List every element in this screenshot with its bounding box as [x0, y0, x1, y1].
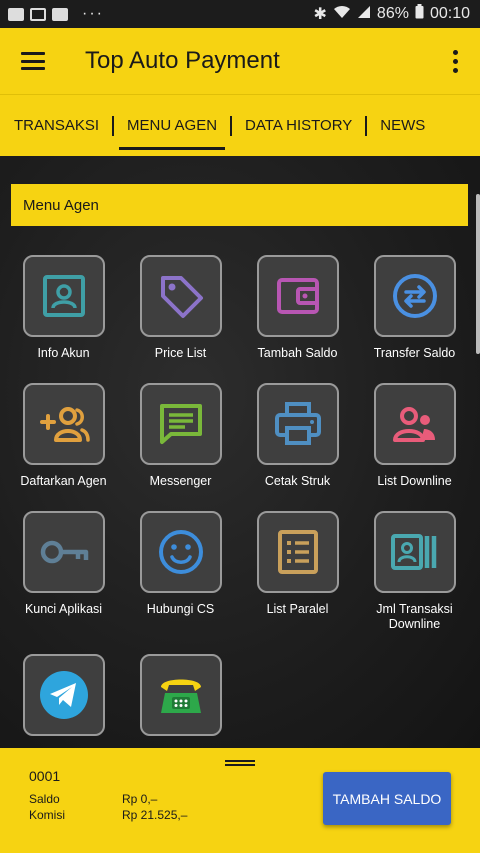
tab-transaksi[interactable]: TRANSAKSI	[14, 95, 99, 156]
komisi-value: Rp 21.525,–	[122, 808, 188, 822]
gallery-icon	[8, 7, 24, 21]
status-bar: ··· ✱ 86% 00:10	[0, 0, 480, 28]
app-bar: Top Auto Payment	[0, 28, 480, 94]
menu-item-tambah-saldo[interactable]: Tambah Saldo	[239, 255, 356, 361]
menu-icon[interactable]	[21, 52, 45, 70]
menu-item-price-list[interactable]: Price List	[122, 255, 239, 361]
group-icon	[392, 407, 435, 442]
account-id: 0001	[29, 768, 61, 784]
menu-item-label: Kunci Aplikasi	[24, 602, 103, 616]
clock: 00:10	[429, 5, 470, 22]
menu-item-label: Cetak Struk	[264, 474, 331, 488]
tab-menu-agen[interactable]: MENU AGEN	[119, 95, 226, 156]
section-header: Menu Agen	[11, 184, 468, 226]
tab-bar: TRANSAKSI MENU AGEN DATA HISTORY NEWS	[0, 94, 480, 156]
komisi-row: Komisi Rp 21.525,–	[29, 808, 187, 822]
key-icon	[40, 540, 88, 564]
menu-item-list-downline[interactable]: List Downline	[356, 383, 473, 489]
shield-icon	[30, 7, 46, 21]
smiley-icon	[158, 530, 203, 574]
bottom-panel: 0001 Saldo Rp 0,– Komisi Rp 21.525,– TAM…	[0, 748, 480, 853]
komisi-label: Komisi	[29, 808, 66, 822]
menu-item-label: Price List	[154, 346, 207, 360]
chat-icon	[52, 7, 68, 21]
menu-item-daftarkan-agen[interactable]: Daftarkan Agen	[5, 383, 122, 489]
tab-divider	[230, 115, 233, 136]
menu-item-hubungi-cs[interactable]: Hubungi CS	[122, 511, 239, 617]
wifi-icon	[333, 5, 351, 24]
menu-item-phone[interactable]	[122, 654, 239, 745]
printer-icon	[274, 402, 321, 445]
menu-item-cetak-struk[interactable]: Cetak Struk	[239, 383, 356, 489]
menu-item-transfer-saldo[interactable]: Transfer Saldo	[356, 255, 473, 361]
menu-item-info-akun[interactable]: Info Akun	[5, 255, 122, 361]
menu-item-list-paralel[interactable]: List Paralel	[239, 511, 356, 617]
menu-item-label: Info Akun	[37, 346, 90, 360]
account-box-icon	[42, 275, 85, 317]
signal-icon	[357, 5, 371, 24]
price-tag-icon	[160, 276, 203, 318]
tab-divider	[365, 115, 368, 136]
more-options-icon[interactable]	[453, 49, 458, 73]
menu-item-label: List Paralel	[266, 602, 329, 616]
scrollbar[interactable]	[476, 194, 480, 354]
tab-data-history[interactable]: DATA HISTORY	[245, 95, 352, 156]
tab-news[interactable]: NEWS	[380, 95, 425, 156]
tab-divider	[112, 115, 115, 136]
tambah-saldo-button[interactable]: TAMBAH SALDO	[323, 772, 451, 825]
menu-item-jml-transaksi-downline[interactable]: Jml Transaksi Downline	[356, 511, 473, 632]
phone-icon	[160, 679, 201, 713]
add-user-icon	[39, 407, 90, 442]
section-title: Menu Agen	[23, 196, 99, 214]
app-title: Top Auto Payment	[85, 47, 280, 74]
message-icon	[159, 404, 202, 444]
menu-item-kunci-aplikasi[interactable]: Kunci Aplikasi	[5, 511, 122, 617]
saldo-label: Saldo	[29, 792, 60, 806]
list-icon	[277, 530, 318, 574]
wallet-icon	[276, 278, 319, 314]
contacts-icon	[390, 534, 436, 570]
menu-item-label: Hubungi CS	[146, 602, 215, 616]
content-area[interactable]: Menu Agen Info Akun Price List Tambah Sa…	[0, 156, 480, 748]
menu-item-messenger[interactable]: Messenger	[122, 383, 239, 489]
menu-item-label: Messenger	[149, 474, 212, 488]
transfer-icon	[392, 274, 437, 318]
saldo-value: Rp 0,–	[122, 792, 158, 806]
menu-item-label: Daftarkan Agen	[20, 474, 107, 488]
drag-handle-icon[interactable]	[225, 760, 255, 766]
telegram-icon	[39, 671, 88, 719]
battery-icon	[415, 4, 424, 24]
more-notifications-indicator: ···	[82, 5, 104, 22]
battery-percent: 86%	[376, 5, 409, 22]
menu-item-label: Tambah Saldo	[257, 346, 338, 360]
menu-item-label: Transfer Saldo	[373, 346, 456, 360]
menu-item-label: List Downline	[377, 474, 452, 488]
menu-item-telegram[interactable]	[5, 654, 122, 745]
menu-item-label: Jml Transaksi Downline	[376, 602, 453, 631]
bluetooth-icon: ✱	[313, 6, 327, 23]
saldo-row: Saldo Rp 0,–	[29, 792, 157, 806]
